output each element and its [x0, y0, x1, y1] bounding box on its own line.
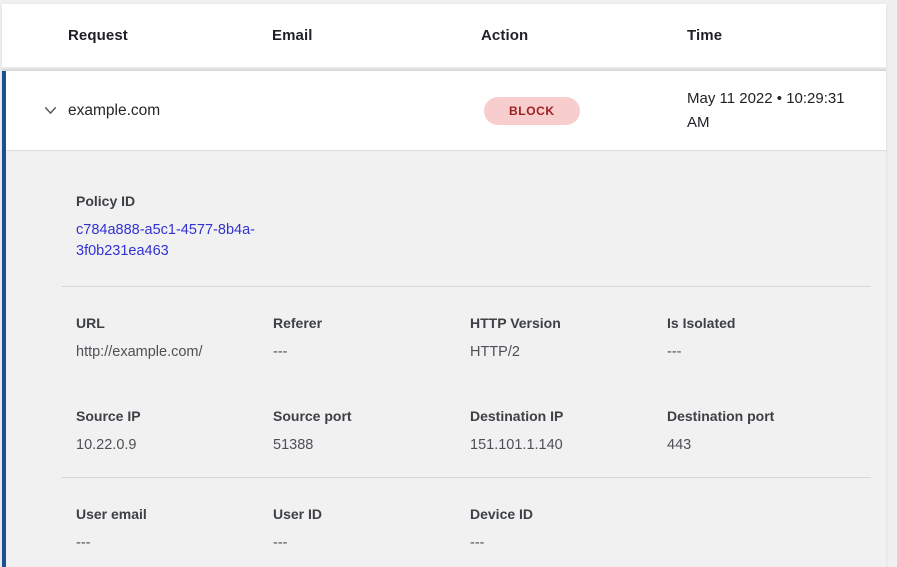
- column-header-time: Time: [687, 27, 886, 44]
- field-url-value: http://example.com/: [76, 342, 273, 362]
- column-header-action: Action: [481, 27, 687, 44]
- field-referer-label: Referer: [273, 315, 470, 331]
- policy-id-section: Policy ID c784a888-a5c1-4577-8b4a-3f0b23…: [6, 193, 871, 262]
- chevron-down-icon[interactable]: [42, 102, 59, 119]
- field-device-id-label: Device ID: [470, 506, 667, 522]
- row-expand-toggle[interactable]: [6, 102, 68, 119]
- column-header-request: Request: [68, 27, 272, 44]
- field-destination-ip-label: Destination IP: [470, 408, 667, 424]
- table-header: Request Email Action Time: [2, 4, 886, 67]
- field-source-ip: Source IP 10.22.0.9: [76, 408, 273, 455]
- detail-fields-row-1: URL http://example.com/ Referer --- HTTP…: [6, 315, 871, 362]
- field-destination-ip-value: 151.101.1.140: [470, 435, 667, 455]
- row-detail-panel: Policy ID c784a888-a5c1-4577-8b4a-3f0b23…: [6, 150, 886, 567]
- field-user-email: User email ---: [76, 506, 273, 553]
- field-device-id: Device ID ---: [470, 506, 667, 553]
- field-url-label: URL: [76, 315, 273, 331]
- row-action-cell: BLOCK: [481, 97, 687, 125]
- expanded-row-accent: example.com BLOCK May 11 2022 • 10:29:31…: [2, 71, 886, 567]
- field-source-ip-value: 10.22.0.9: [76, 435, 273, 455]
- detail-fields-row-3: User email --- User ID --- Device ID ---: [6, 506, 871, 553]
- field-user-id-value: ---: [273, 533, 470, 553]
- field-destination-port-value: 443: [667, 435, 871, 455]
- field-destination-port-label: Destination port: [667, 408, 871, 424]
- field-user-email-label: User email: [76, 506, 273, 522]
- field-device-id-value: ---: [470, 533, 667, 553]
- field-user-id: User ID ---: [273, 506, 470, 553]
- section-divider: [62, 286, 871, 287]
- section-divider: [62, 477, 871, 478]
- row-time-value: May 11 2022 • 10:29:31 AM: [687, 87, 877, 135]
- field-referer-value: ---: [273, 342, 470, 362]
- column-header-email: Email: [272, 27, 481, 44]
- field-url: URL http://example.com/: [76, 315, 273, 362]
- status-badge-block: BLOCK: [484, 97, 580, 125]
- field-destination-port: Destination port 443: [667, 408, 871, 455]
- field-source-port: Source port 51388: [273, 408, 470, 455]
- field-is-isolated-label: Is Isolated: [667, 315, 871, 331]
- field-is-isolated-value: ---: [667, 342, 871, 362]
- field-is-isolated: Is Isolated ---: [667, 315, 871, 362]
- row-request-value: example.com: [68, 102, 272, 120]
- field-source-ip-label: Source IP: [76, 408, 273, 424]
- request-log-card: Request Email Action Time example.com BL…: [2, 4, 886, 567]
- field-user-id-label: User ID: [273, 506, 470, 522]
- empty-cell: [667, 506, 871, 553]
- field-http-version-value: HTTP/2: [470, 342, 667, 362]
- field-http-version: HTTP Version HTTP/2: [470, 315, 667, 362]
- table-row[interactable]: example.com BLOCK May 11 2022 • 10:29:31…: [6, 71, 886, 150]
- policy-id-label: Policy ID: [76, 193, 871, 209]
- field-source-port-label: Source port: [273, 408, 470, 424]
- field-referer: Referer ---: [273, 315, 470, 362]
- field-source-port-value: 51388: [273, 435, 470, 455]
- field-destination-ip: Destination IP 151.101.1.140: [470, 408, 667, 455]
- field-http-version-label: HTTP Version: [470, 315, 667, 331]
- policy-id-link[interactable]: c784a888-a5c1-4577-8b4a-3f0b231ea463: [76, 220, 281, 262]
- field-user-email-value: ---: [76, 533, 273, 553]
- detail-fields-row-2: Source IP 10.22.0.9 Source port 51388 De…: [6, 408, 871, 455]
